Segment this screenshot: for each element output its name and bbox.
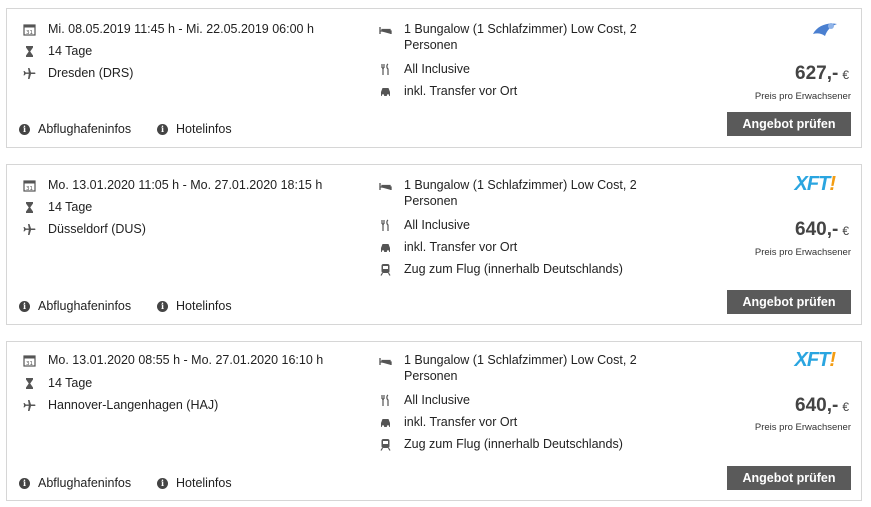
- price-currency: €: [842, 400, 849, 414]
- duration: 14 Tage: [48, 376, 93, 390]
- check-offer-button[interactable]: Angebot prüfen: [727, 112, 851, 136]
- airport-info-link[interactable]: i Abflughafeninfos: [19, 122, 131, 136]
- calendar-icon: 31: [23, 354, 36, 367]
- cutlery-icon: [379, 394, 392, 407]
- svg-text:31: 31: [26, 30, 33, 36]
- cutlery-icon: [379, 63, 392, 76]
- transfer: inkl. Transfer vor Ort: [404, 84, 518, 98]
- airport-info-link[interactable]: i Abflughafeninfos: [19, 476, 131, 490]
- offer-card: 31 Mo. 13.01.2020 11:05 h - Mo. 27.01.20…: [6, 164, 862, 325]
- cutlery-icon: [379, 219, 392, 232]
- transfer: inkl. Transfer vor Ort: [404, 240, 518, 254]
- date-row: 31 Mo. 13.01.2020 11:05 h - Mo. 27.01.20…: [23, 177, 322, 193]
- transfer: inkl. Transfer vor Ort: [404, 415, 518, 429]
- airplane-icon: [23, 223, 36, 236]
- train-row: Zug zum Flug (innerhalb Deutschlands): [379, 261, 623, 277]
- train-icon: [379, 438, 392, 451]
- airplane-icon: [23, 67, 36, 80]
- duration-row: 14 Tage: [23, 375, 92, 391]
- info-icon: i: [19, 477, 30, 489]
- hotel-info-link[interactable]: i Hotelinfos: [157, 299, 232, 313]
- hotel-info-link[interactable]: i Hotelinfos: [157, 476, 232, 490]
- price-value: 627,-: [795, 63, 839, 84]
- travel-dates: Mi. 08.05.2019 11:45 h - Mi. 22.05.2019 …: [48, 22, 314, 36]
- hotel-info-link[interactable]: i Hotelinfos: [157, 122, 232, 136]
- car-icon: [379, 241, 392, 254]
- date-row: 31 Mo. 13.01.2020 08:55 h - Mo. 27.01.20…: [23, 352, 323, 368]
- departure-airport: Hannover-Langenhagen (HAJ): [48, 398, 219, 412]
- price-note: Preis pro Erwachsener: [754, 247, 851, 258]
- calendar-icon: 31: [23, 23, 36, 36]
- board-type: All Inclusive: [404, 62, 470, 76]
- info-icon: i: [19, 123, 30, 135]
- svg-text:31: 31: [26, 361, 33, 367]
- airport-row: Dresden (DRS): [23, 65, 133, 81]
- price: 640,- €: [795, 395, 849, 417]
- room-type: 1 Bungalow (1 Schlafzimmer) Low Cost, 2 …: [404, 178, 637, 208]
- travel-dates: Mo. 13.01.2020 08:55 h - Mo. 27.01.2020 …: [48, 353, 324, 367]
- train-row: Zug zum Flug (innerhalb Deutschlands): [379, 436, 623, 452]
- room-row: 1 Bungalow (1 Schlafzimmer) Low Cost, 2 …: [379, 177, 644, 209]
- hourglass-icon: [23, 201, 36, 214]
- bed-icon: [379, 179, 392, 192]
- car-icon: [379, 416, 392, 429]
- check-offer-button[interactable]: Angebot prüfen: [727, 290, 851, 314]
- car-icon: [379, 85, 392, 98]
- price-value: 640,-: [795, 219, 839, 240]
- xft-logo: XFT!: [794, 348, 836, 371]
- info-icon: i: [19, 300, 30, 312]
- price-value: 640,-: [795, 395, 839, 416]
- departure-airport: Dresden (DRS): [48, 66, 134, 80]
- duration: 14 Tage: [48, 44, 93, 58]
- travel-dates: Mo. 13.01.2020 11:05 h - Mo. 27.01.2020 …: [48, 178, 323, 192]
- airplane-icon: [23, 399, 36, 412]
- transfer-row: inkl. Transfer vor Ort: [379, 414, 517, 430]
- price-currency: €: [842, 224, 849, 238]
- departure-airport: Düsseldorf (DUS): [48, 222, 146, 236]
- offer-card: 31 Mo. 13.01.2020 08:55 h - Mo. 27.01.20…: [6, 341, 862, 501]
- bed-icon: [379, 23, 392, 36]
- board-row: All Inclusive: [379, 217, 470, 233]
- duration-row: 14 Tage: [23, 199, 92, 215]
- price: 627,- €: [795, 63, 849, 85]
- train-to-flight: Zug zum Flug (innerhalb Deutschlands): [404, 262, 623, 276]
- info-icon: i: [157, 300, 168, 312]
- room-row: 1 Bungalow (1 Schlafzimmer) Low Cost, 2 …: [379, 352, 644, 384]
- airport-info-link[interactable]: i Abflughafeninfos: [19, 299, 131, 313]
- room-type: 1 Bungalow (1 Schlafzimmer) Low Cost, 2 …: [404, 353, 637, 383]
- airport-row: Düsseldorf (DUS): [23, 221, 146, 237]
- room-type: 1 Bungalow (1 Schlafzimmer) Low Cost, 2 …: [404, 22, 637, 52]
- transfer-row: inkl. Transfer vor Ort: [379, 239, 517, 255]
- offer-card: 31 Mi. 08.05.2019 11:45 h - Mi. 22.05.20…: [6, 8, 862, 148]
- board-type: All Inclusive: [404, 393, 470, 407]
- svg-text:31: 31: [26, 186, 33, 192]
- duration-row: 14 Tage: [23, 43, 92, 59]
- calendar-icon: 31: [23, 179, 36, 192]
- price: 640,- €: [795, 219, 849, 241]
- date-row: 31 Mi. 08.05.2019 11:45 h - Mi. 22.05.20…: [23, 21, 314, 37]
- board-row: All Inclusive: [379, 61, 470, 77]
- train-icon: [379, 263, 392, 276]
- tour-operator-logo: [807, 17, 843, 43]
- duration: 14 Tage: [48, 200, 93, 214]
- price-currency: €: [842, 68, 849, 82]
- airport-row: Hannover-Langenhagen (HAJ): [23, 397, 218, 413]
- board-type: All Inclusive: [404, 218, 470, 232]
- room-row: 1 Bungalow (1 Schlafzimmer) Low Cost, 2 …: [379, 21, 644, 53]
- board-row: All Inclusive: [379, 392, 470, 408]
- price-note: Preis pro Erwachsener: [754, 91, 851, 102]
- price-note: Preis pro Erwachsener: [754, 422, 851, 433]
- check-offer-button[interactable]: Angebot prüfen: [727, 466, 851, 490]
- bed-icon: [379, 354, 392, 367]
- hourglass-icon: [23, 377, 36, 390]
- train-to-flight: Zug zum Flug (innerhalb Deutschlands): [404, 437, 623, 451]
- info-icon: i: [157, 477, 168, 489]
- hourglass-icon: [23, 45, 36, 58]
- xft-logo: XFT!: [794, 172, 836, 195]
- info-icon: i: [157, 123, 168, 135]
- transfer-row: inkl. Transfer vor Ort: [379, 83, 517, 99]
